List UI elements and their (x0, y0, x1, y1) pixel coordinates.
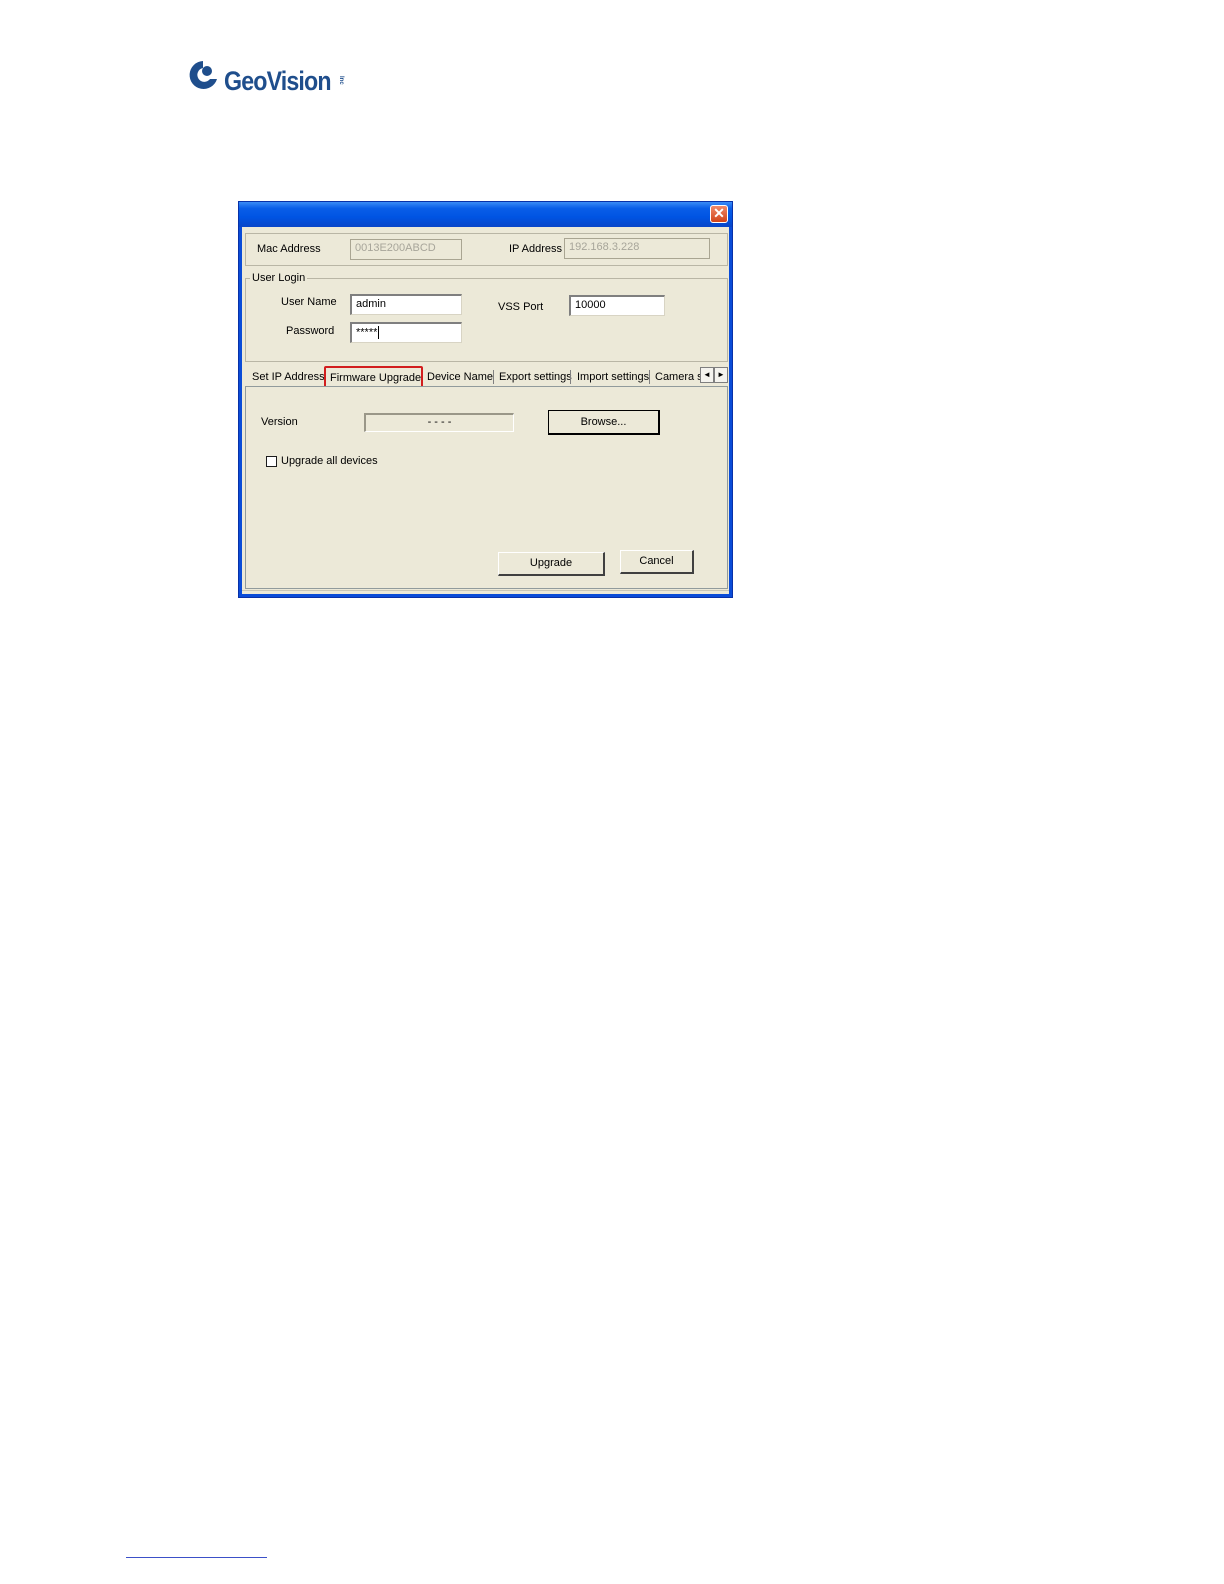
tab-camera-settings[interactable]: Camera s (651, 368, 700, 386)
close-button[interactable]: ✕ (710, 205, 728, 223)
dialog-client-area: Mac Address 0013E200ABCD IP Address 192.… (242, 227, 729, 594)
tab-set-ip-address[interactable]: Set IP Address (248, 368, 329, 386)
tab-import-settings[interactable]: Import settings (573, 368, 653, 386)
cancel-button[interactable]: Cancel (620, 550, 694, 574)
tab-firmware-upgrade[interactable]: Firmware Upgrade (324, 366, 423, 388)
arrow-right-icon: ► (717, 370, 725, 379)
password-label: Password (286, 325, 335, 337)
brand-suffix: Inc (338, 76, 344, 85)
tab-scroll-right-button[interactable]: ► (714, 367, 728, 383)
user-login-group (245, 278, 728, 362)
geovision-logo: GeoVision Inc (186, 58, 356, 98)
tab-scroll-left-button[interactable]: ◄ (700, 367, 714, 383)
tab-separator (649, 370, 650, 384)
firmware-upgrade-dialog: ✕ Mac Address 0013E200ABCD IP Address 19… (238, 201, 733, 598)
ip-address-label: IP Address (509, 243, 562, 255)
user-name-label: User Name (281, 296, 337, 308)
tab-separator (493, 370, 494, 384)
password-input[interactable]: ***** (350, 322, 462, 343)
ip-address-field: 192.168.3.228 (564, 238, 710, 259)
tab-strip: Set IP Address Firmware Upgrade Device N… (245, 366, 728, 388)
tab-device-name[interactable]: Device Name (423, 368, 497, 386)
tab-separator (570, 370, 571, 384)
brand-name: GeoVision (224, 66, 332, 96)
version-label: Version (261, 416, 298, 428)
user-name-input[interactable]: admin (350, 294, 462, 315)
mac-address-field: 0013E200ABCD (350, 239, 462, 260)
text-caret (378, 326, 380, 339)
user-login-legend: User Login (250, 272, 308, 284)
footer-link-underline[interactable] (126, 1557, 267, 1558)
vss-port-input[interactable]: 10000 (569, 295, 665, 316)
browse-button[interactable]: Browse... (548, 410, 660, 435)
tab-export-settings[interactable]: Export settings (495, 368, 576, 386)
password-value: ***** (356, 326, 378, 339)
upgrade-all-checkbox[interactable] (266, 456, 277, 467)
dialog-titlebar[interactable]: ✕ (239, 202, 732, 227)
upgrade-button[interactable]: Upgrade (498, 552, 605, 576)
close-icon: ✕ (713, 205, 725, 221)
mac-address-label: Mac Address (257, 243, 321, 255)
geovision-logo-mark-icon (189, 61, 217, 89)
version-field: - - - - (364, 413, 514, 432)
dialog-bottom-edge (242, 590, 729, 594)
arrow-left-icon: ◄ (703, 370, 711, 379)
vss-port-label: VSS Port (498, 301, 544, 313)
firmware-upgrade-panel: Version - - - - Browse... Upgrade all de… (245, 386, 728, 589)
upgrade-all-label: Upgrade all devices (281, 455, 378, 467)
